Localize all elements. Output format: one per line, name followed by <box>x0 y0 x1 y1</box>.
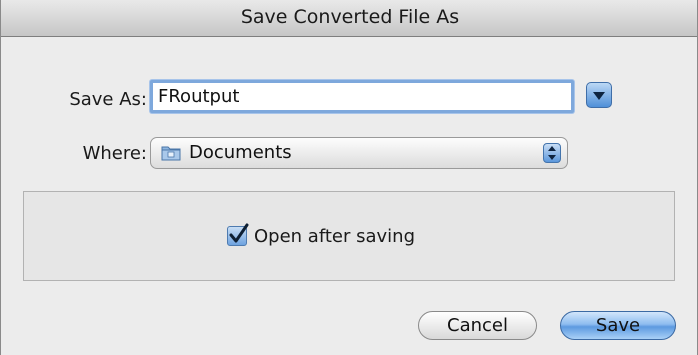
up-down-stepper-icon <box>543 143 561 163</box>
open-after-saving-label[interactable]: Open after saving <box>254 226 415 247</box>
dialog-title: Save Converted File As <box>240 6 460 28</box>
folder-icon <box>161 146 181 161</box>
accessory-options-panel: Open after saving <box>23 191 675 281</box>
title-bar[interactable]: Save Converted File As <box>1 0 697 37</box>
save-button[interactable]: Save <box>560 311 676 340</box>
save-dialog-window: Save Converted File As Save As: Where: D… <box>0 0 698 355</box>
save-as-label: Save As: <box>69 89 147 110</box>
cancel-button[interactable]: Cancel <box>418 311 537 340</box>
chevron-down-icon <box>593 92 605 100</box>
filename-input[interactable] <box>150 80 574 113</box>
where-folder-value: Documents <box>189 142 292 163</box>
where-folder-popup[interactable]: Documents <box>150 137 568 169</box>
open-after-saving-checkbox[interactable] <box>227 223 249 246</box>
expand-browser-button[interactable] <box>586 82 612 108</box>
checkmark-icon <box>229 223 249 243</box>
where-label: Where: <box>82 143 147 164</box>
